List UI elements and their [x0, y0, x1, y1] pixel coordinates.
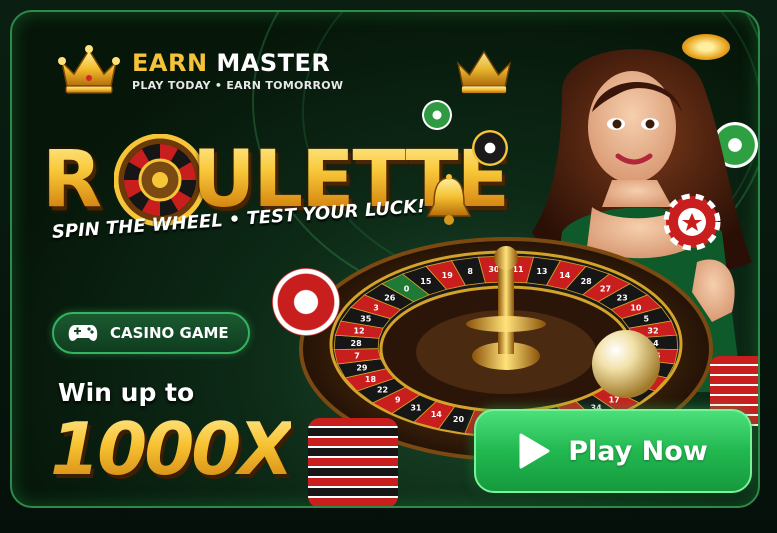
roulette-number: 31 [410, 404, 422, 413]
roulette-number: 26 [384, 293, 396, 302]
title-letter-r: R [42, 135, 101, 225]
logo-title: EARN MASTER [132, 49, 343, 77]
roulette-number: 32 [647, 327, 658, 336]
roulette-number: 27 [600, 284, 611, 293]
roulette-number: 14 [431, 410, 443, 419]
roulette-number: 23 [617, 293, 628, 302]
roulette-number: 13 [536, 267, 547, 276]
roulette-number: 15 [420, 277, 432, 286]
gamepad-icon [68, 325, 98, 341]
crown-decoration-icon [456, 50, 512, 94]
promo-banner[interactable]: EARN MASTER PLAY TODAY • EARN TOMORROW R… [10, 10, 760, 508]
roulette-number: 35 [360, 315, 372, 324]
roulette-number: 12 [353, 327, 364, 336]
roulette-number: 7 [354, 351, 360, 360]
play-now-label: Play Now [568, 435, 708, 467]
roulette-number: 10 [630, 304, 642, 313]
logo-title-earn: EARN [132, 48, 208, 77]
roulette-number: 9 [395, 395, 401, 404]
roulette-number: 29 [356, 363, 368, 372]
win-up-to-text: Win up to [58, 378, 195, 407]
roulette-number: 8 [467, 267, 473, 276]
casino-game-label: CASINO GAME [110, 324, 229, 342]
roulette-number: 5 [643, 315, 649, 324]
roulette-number: 19 [442, 271, 454, 280]
casino-game-badge[interactable]: CASINO GAME [52, 312, 250, 354]
crown-icon [58, 45, 120, 94]
logo-title-master: MASTER [216, 48, 331, 77]
bell-icon [426, 174, 472, 225]
play-now-button[interactable]: Play Now [474, 409, 752, 493]
multiplier-text: 1000X [50, 404, 294, 494]
casino-chip-stack [308, 418, 398, 506]
play-icon [519, 433, 550, 469]
roulette-number: 14 [559, 271, 571, 280]
roulette-number: 28 [351, 339, 363, 348]
brand-logo[interactable]: EARN MASTER PLAY TODAY • EARN TOMORROW [56, 44, 343, 96]
roulette-number: 28 [581, 277, 593, 286]
logo-tagline: PLAY TODAY • EARN TOMORROW [132, 78, 344, 92]
roulette-number: 22 [377, 386, 388, 395]
floating-chip [472, 130, 508, 166]
roulette-number: 18 [365, 375, 377, 384]
roulette-number: 0 [404, 284, 410, 293]
roulette-number: 20 [453, 415, 465, 424]
roulette-number: 3 [373, 304, 379, 313]
